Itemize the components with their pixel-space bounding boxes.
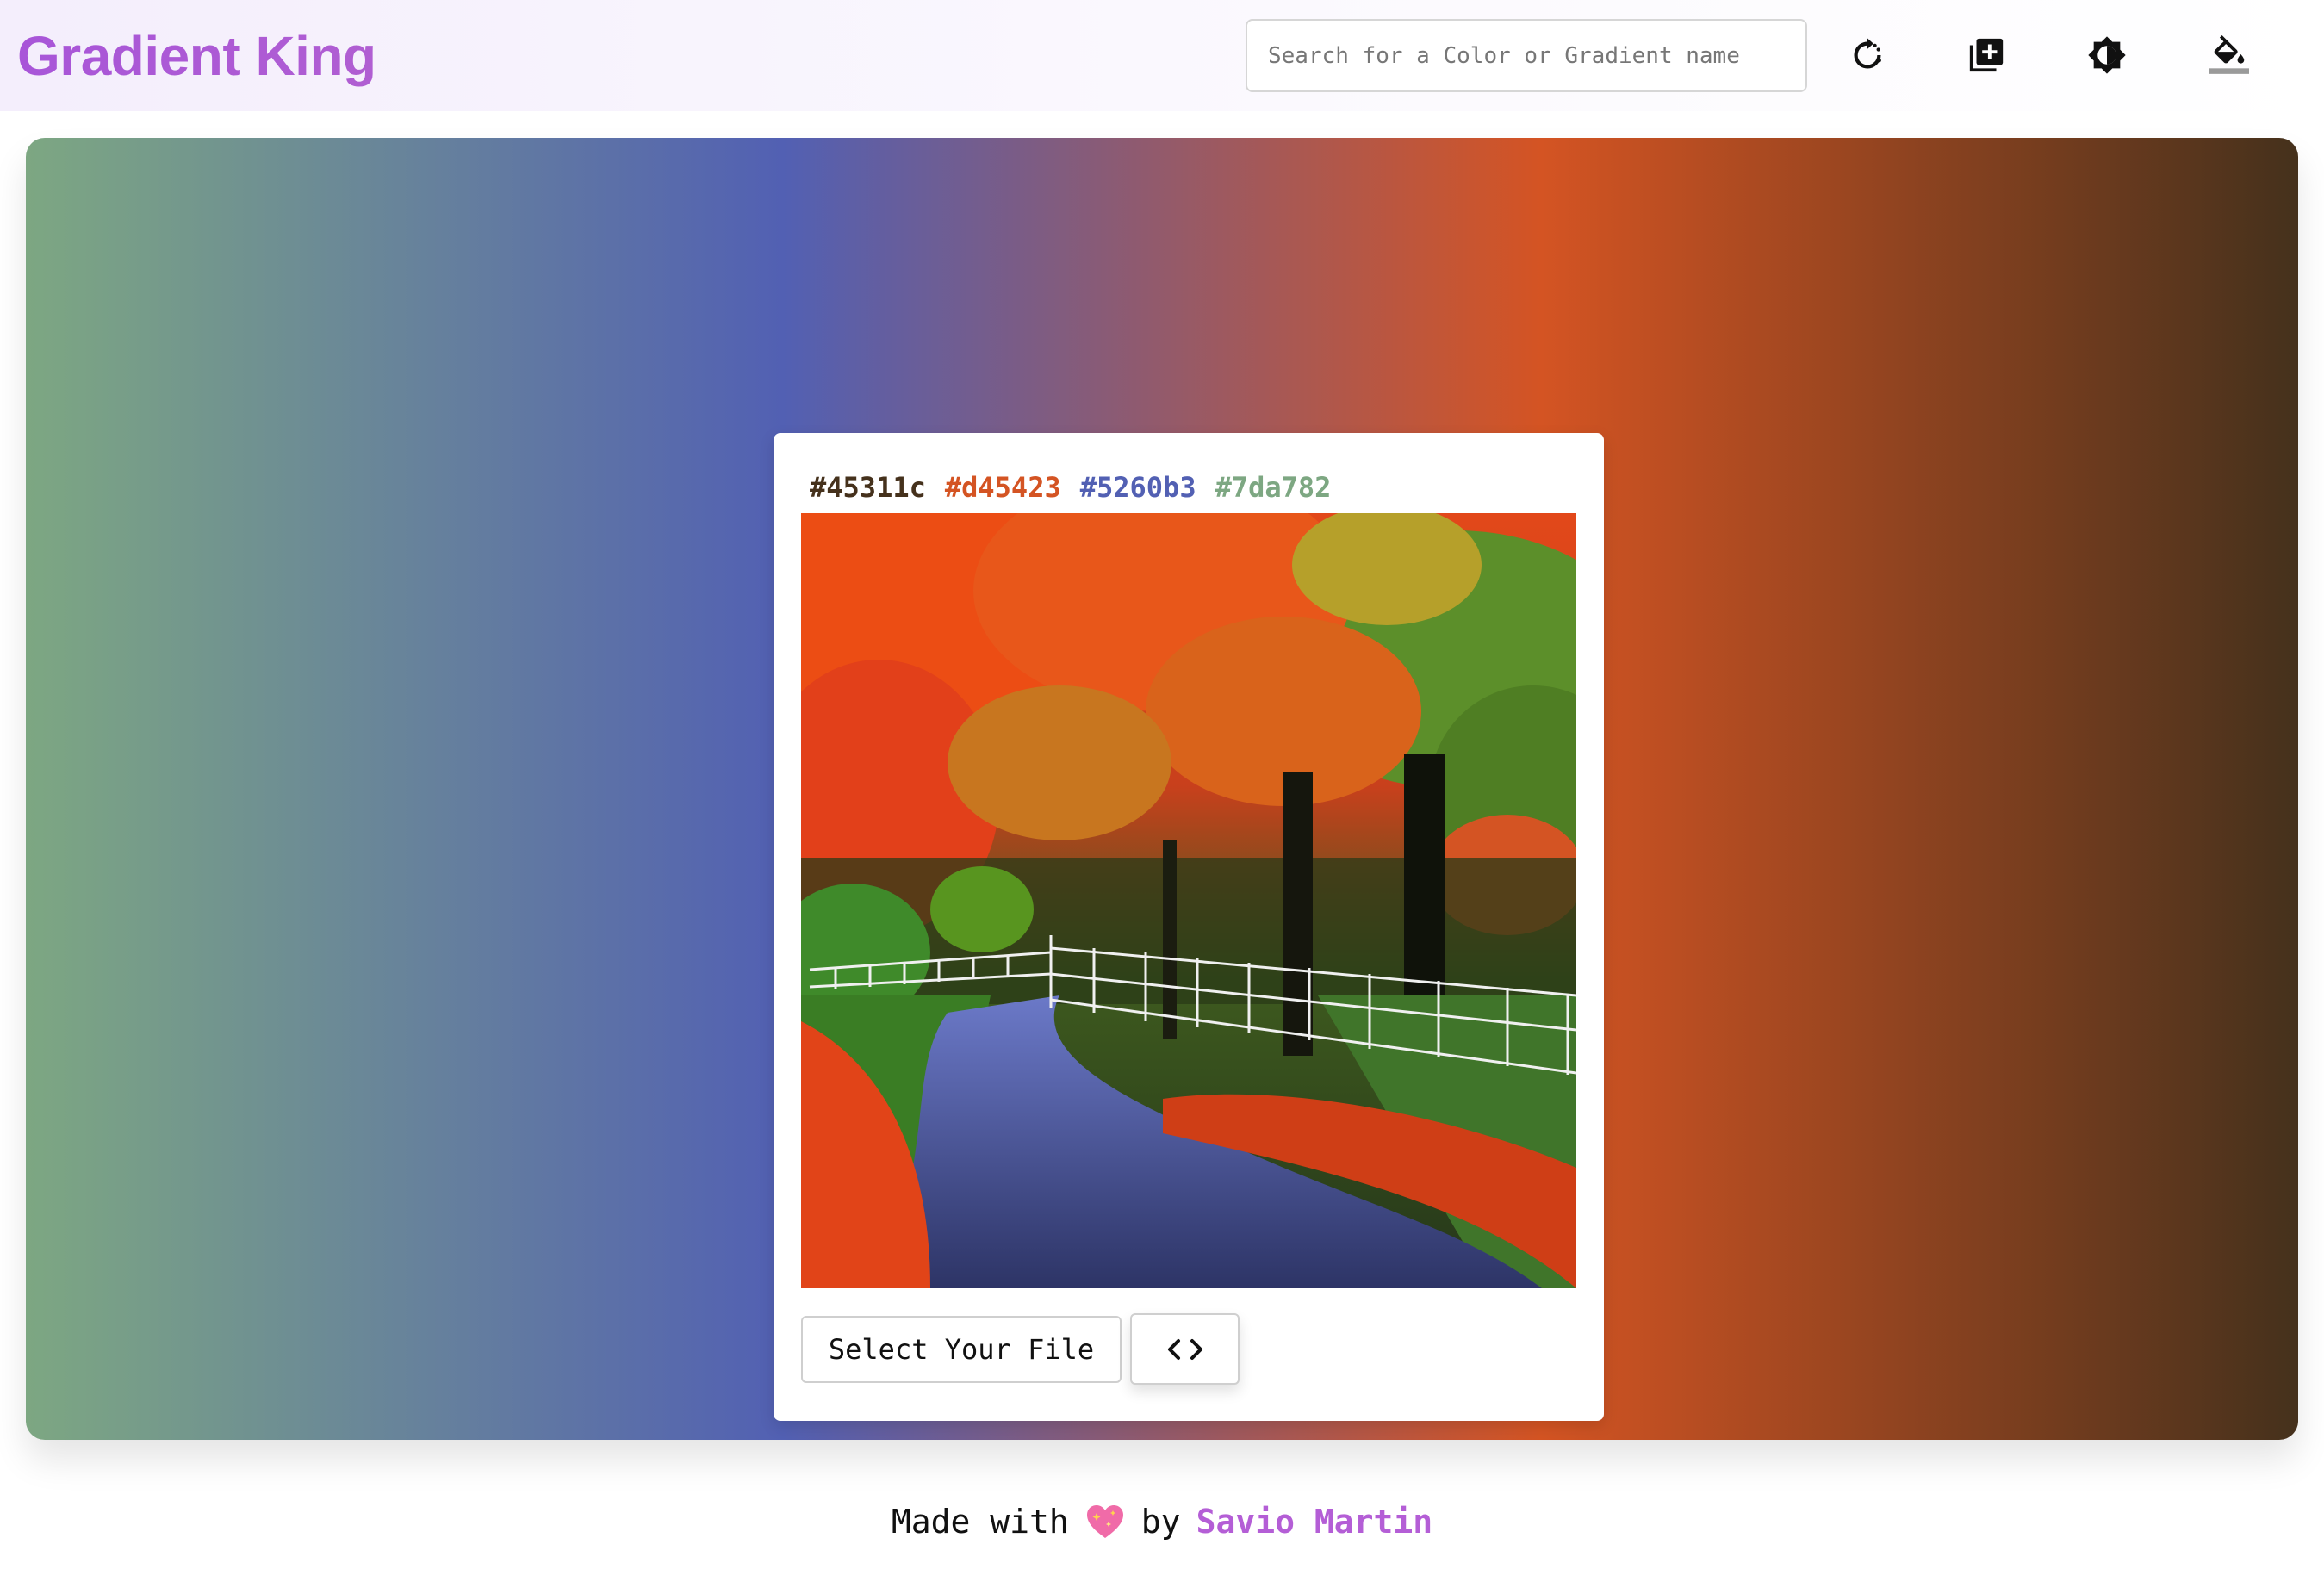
refresh-icon xyxy=(1854,38,1881,69)
brightness-icon xyxy=(2088,36,2126,74)
paint-bucket-icon xyxy=(2209,35,2249,74)
author-link[interactable]: Savio Martin xyxy=(1196,1503,1433,1541)
view-code-button[interactable] xyxy=(1130,1313,1240,1385)
hex-code[interactable]: #d45423 xyxy=(945,471,1061,504)
autumn-road-photo xyxy=(801,513,1576,1288)
brand-logo[interactable]: Gradient King xyxy=(17,19,376,93)
search-input[interactable] xyxy=(1246,19,1807,92)
code-icon xyxy=(1167,1338,1202,1360)
select-file-button[interactable]: Select Your File xyxy=(801,1316,1122,1383)
app-header: Gradient King xyxy=(0,0,2324,111)
gradient-preview: #45311c #d45423 #5260b3 #7da782 Select Y… xyxy=(26,138,2298,1440)
sparkling-heart-icon xyxy=(1086,1505,1123,1538)
palette-card: #45311c #d45423 #5260b3 #7da782 Select Y… xyxy=(774,433,1604,1421)
footer: Made with by Savio Martin xyxy=(0,1495,2324,1548)
hex-code[interactable]: #7da782 xyxy=(1215,471,1332,504)
refresh-button[interactable] xyxy=(1836,24,1898,86)
uploaded-image xyxy=(801,513,1576,1288)
hex-code[interactable]: #45311c xyxy=(810,471,926,504)
add-box-icon xyxy=(1969,38,2004,72)
footer-made-with: Made with xyxy=(891,1503,1069,1541)
color-fill-button[interactable] xyxy=(2198,24,2260,86)
footer-by: by xyxy=(1140,1503,1181,1541)
theme-toggle-button[interactable] xyxy=(2076,24,2138,86)
hex-code[interactable]: #5260b3 xyxy=(1080,471,1196,504)
add-gradient-button[interactable] xyxy=(1955,24,2017,86)
hex-code-list: #45311c #d45423 #5260b3 #7da782 xyxy=(810,468,1331,507)
